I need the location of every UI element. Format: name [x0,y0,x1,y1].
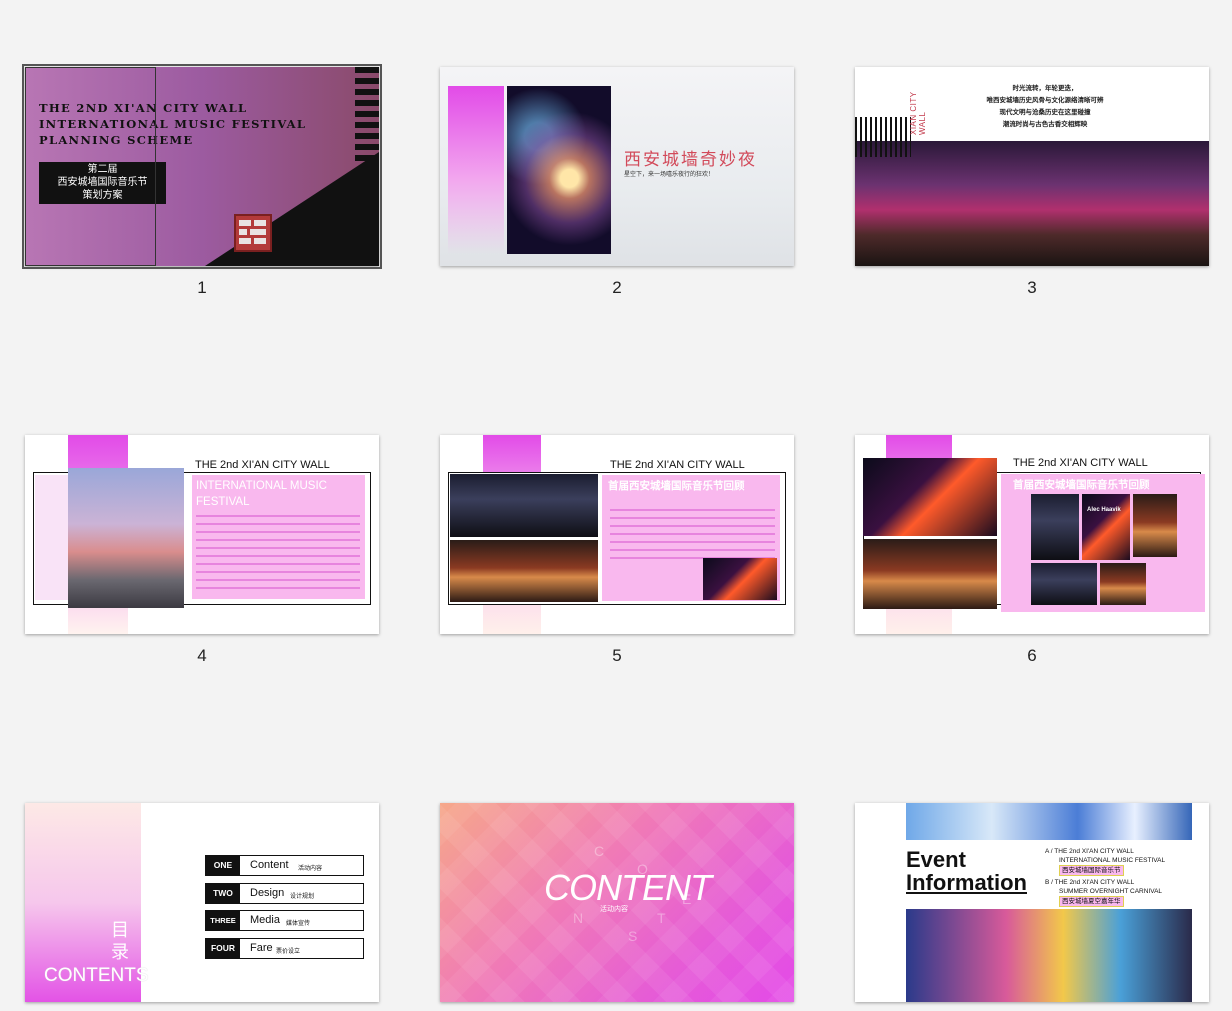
toc-tag-4: FOUR [206,939,240,958]
party-crowd-photo [906,909,1192,1002]
toc-cn-3: 媒体宣传 [286,921,311,927]
confetti-photo [906,803,1192,840]
toc-item-1: ONE Content 活动内容 [205,855,364,876]
toc-en-2: Design [250,887,285,899]
letter-n: N [573,910,584,926]
city-night-photo [855,141,1209,266]
pink-gradient-bar [448,86,504,254]
toc-en-1: Content [250,859,289,871]
slide-thumbnail-1[interactable]: THE 2ND XI'AN CITY WALL INTERNATIONAL MU… [22,64,382,269]
gallery-photo-4 [1031,563,1097,605]
stage-photo-2 [863,539,997,609]
slide-8-subtitle: 活动内容 [600,906,628,913]
stage-photo-1 [863,458,997,536]
light-pink-panel [35,475,68,600]
city-wall-photo [68,468,184,608]
toc-cn-2: 设计规划 [290,894,315,900]
slide-5-body-lines [610,509,775,564]
toc-item-4: FOUR Fare 票价设立 [205,938,364,959]
gallery-photo-2 [1082,494,1130,560]
slide-thumbnail-5[interactable]: THE 2nd XI'AN CITY WALL 首届西安城墙国际音乐节回顾 [440,435,794,634]
slide-number-2: 2 [612,278,622,297]
vertical-cn-title: 目 录 [111,920,129,962]
slide-thumbnail-8[interactable]: C O N T E S CONTENT 活动内容 [440,803,794,1002]
slide-thumbnail-3[interactable]: XIAN CITY WALL 时光流转，年轮更迭， 唯西安城墙历史风骨与文化源络… [855,67,1209,266]
striped-block [355,67,379,162]
slide-number-5: 5 [612,646,622,665]
slide-4-header: THE 2nd XI'AN CITY WALL [195,459,330,471]
toc-en-3: Media [250,914,280,926]
galaxy-photo [507,86,611,254]
selection-frame [25,67,156,266]
slide-thumbnail-7[interactable]: 目 录 CONTENTS ONE Content 活动内容 TWO Design… [25,803,379,1002]
toc-item-3: THREE Media 媒体宣传 [205,910,364,931]
slide-4-body-lines [196,515,360,595]
toc-tag-3: THREE [206,911,240,930]
toc-item-2: TWO Design 设计规划 [205,883,364,904]
slide-thumbnail-4[interactable]: THE 2nd XI'AN CITY WALL INTERNATIONAL MU… [25,435,379,634]
gallery-photo-3 [1133,494,1177,557]
slide-9-title: Event Information [906,847,1027,895]
slide-number-1: 1 [197,278,207,297]
slide-3-text: 时光流转，年轮更迭， 唯西安城墙历史风骨与文化源络清晰可辨 现代文明与沧桑历史在… [986,85,1104,128]
slide-number-4: 4 [197,646,207,665]
toc-cn-4: 票价设立 [276,949,301,955]
slide-thumbnail-6[interactable]: THE 2nd XI'AN CITY WALL 首届西安城墙国际音乐节回顾 Al… [855,435,1209,634]
slide-number-3: 3 [1027,278,1037,297]
slide-thumbnail-2[interactable]: 西安城墙奇妙夜 星空下，来一场嘻乐夜行的狂欢！ [440,67,794,266]
barcode-stripes [855,117,911,157]
contents-label: CONTENTS [44,965,149,986]
letter-s: S [628,928,638,944]
slide-2-subtitle: 星空下，来一场嘻乐夜行的狂欢！ [624,172,715,178]
vertical-title: XIAN CITY WALL [909,91,927,135]
slide-number-6: 6 [1027,646,1037,665]
slide-4-text-box: INTERNATIONAL MUSIC FESTIVAL [192,475,365,599]
toc-cn-1: 活动内容 [298,866,323,872]
dark-corner-shape [205,152,379,266]
performer-photo [703,558,777,600]
slide-thumbnail-9[interactable]: Event Information A / THE 2nd XI'AN CITY… [855,803,1209,1002]
slide-6-header: THE 2nd XI'AN CITY WALL [1013,457,1148,469]
concert-photo-1 [450,474,598,537]
alec-haavik-label: Alec Haavik [1087,507,1121,513]
letter-t: T [657,910,666,926]
event-b-block: B / THE 2nd XI'AN CITY WALL SUMMER OVERN… [1045,879,1163,907]
gallery-photo-5 [1100,563,1146,605]
slide-5-header: THE 2nd XI'AN CITY WALL [610,459,745,471]
toc-en-4: Fare [250,942,273,954]
slide-2-title: 西安城墙奇妙夜 [624,150,757,170]
letter-c: C [594,843,605,859]
slide-8-big-title: CONTENT [544,867,712,908]
event-a-block: A / THE 2nd XI'AN CITY WALL INTERNATIONA… [1045,848,1166,876]
toc-tag-2: TWO [206,884,240,903]
toc-tag-1: ONE [206,856,240,875]
concert-photo-2 [450,540,598,602]
brick-wall-icon [234,214,272,252]
gallery-photo-1 [1031,494,1079,560]
